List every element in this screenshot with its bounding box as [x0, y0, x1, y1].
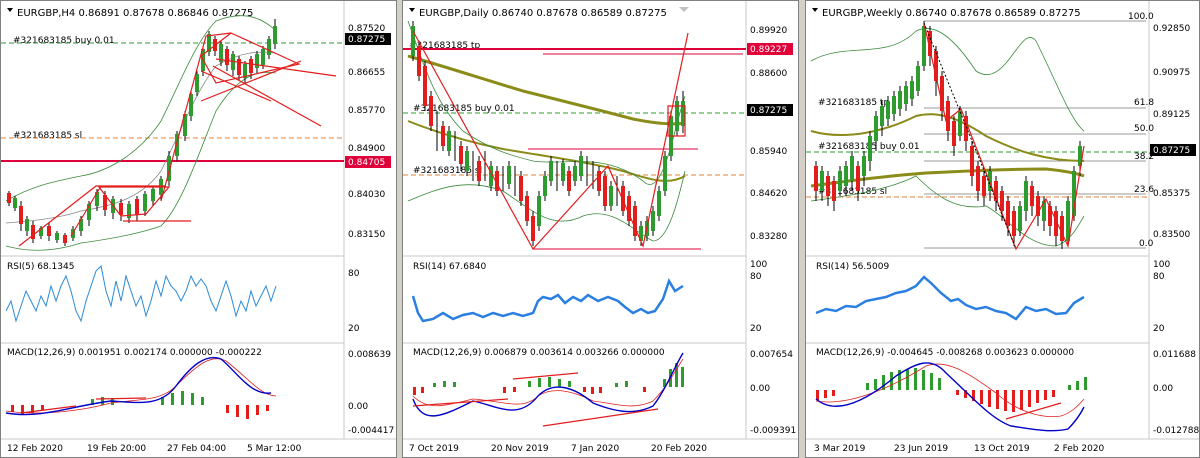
order-tp-label: #321683185 tp — [818, 98, 889, 108]
date-tick: 13 Oct 2019 — [974, 444, 1030, 454]
price-tick: 0.89125 — [1153, 110, 1190, 120]
order-sl-label: #321683185 sl — [13, 131, 82, 141]
macd-tick: -0.009391 — [750, 426, 796, 436]
macd-tick: 0.008639 — [348, 350, 391, 360]
chart-window-h4[interactable]: EURGBP,H4 0.86891 0.87678 0.86846 0.8727… — [0, 0, 397, 458]
rsi-tick: 20 — [348, 324, 360, 334]
chart-header: EURGBP,Weekly 0.86740 0.87678 0.86589 0.… — [822, 8, 1081, 19]
chart-daily[interactable]: EURGBP,Daily 0.86740 0.87678 0.86589 0.8… — [403, 1, 799, 458]
fibo-label: 100.0 — [1128, 12, 1154, 22]
rsi-tick: 80 — [348, 269, 360, 279]
date-tick: 3 Mar 2019 — [814, 444, 866, 454]
date-tick: 27 Feb 04:00 — [167, 444, 226, 454]
rsi-tick: 20 — [750, 324, 762, 334]
macd-tick: -0.004417 — [348, 426, 394, 436]
current-price: 0.87275 — [750, 106, 787, 116]
chart-window-daily[interactable]: EURGBP,Daily 0.86740 0.87678 0.86589 0.8… — [402, 0, 799, 458]
current-price: 0.87275 — [1153, 146, 1190, 156]
macd-tick: 0.00 — [750, 384, 770, 394]
rsi-tick: 100 — [1153, 260, 1170, 270]
chart-window-weekly[interactable]: EURGBP,Weekly 0.86740 0.87678 0.86589 0.… — [805, 0, 1200, 458]
macd-tick: 0.007654 — [750, 350, 793, 360]
price-tick: 0.87520 — [348, 24, 385, 34]
chart-header: EURGBP,Daily 0.86740 0.87678 0.86589 0.8… — [419, 8, 667, 19]
order-buy-label: #321683185 buy 0.01 — [13, 36, 115, 46]
rsi-label: RSI(5) 68.1345 — [7, 262, 74, 272]
price-tick: 0.85375 — [1153, 189, 1190, 199]
chart-weekly[interactable]: EURGBP,Weekly 0.86740 0.87678 0.86589 0.… — [806, 1, 1200, 458]
price-tick: 0.92850 — [1153, 24, 1190, 34]
macd-label: MACD(12,26,9) 0.006879 0.003614 0.003266… — [413, 348, 665, 358]
date-tick: 7 Oct 2019 — [409, 444, 459, 454]
price-tick: 0.88600 — [750, 69, 787, 79]
rsi-tick: 80 — [1153, 272, 1165, 282]
date-tick: 23 Jun 2019 — [894, 444, 948, 454]
macd-tick: 0.00 — [1153, 384, 1173, 394]
chart-header: EURGBP,H4 0.86891 0.87678 0.86846 0.8727… — [17, 8, 253, 19]
price-tick: 0.83500 — [1153, 230, 1190, 240]
macd-tick: 0.00 — [348, 402, 368, 412]
macd-tick: -0.012788 — [1153, 426, 1199, 436]
date-tick: 5 Mar 12:00 — [247, 444, 302, 454]
date-tick: 12 Feb 2020 — [7, 444, 63, 454]
fibo-label: 23.6 — [1134, 185, 1154, 195]
macd-label: MACD(12,26,9) 0.001951 0.002174 0.000000… — [7, 348, 262, 358]
macd-tick: 0.011688 — [1153, 350, 1196, 360]
current-price: 0.87275 — [348, 35, 385, 45]
fibo-label: 0.0 — [1139, 239, 1154, 249]
date-tick: 2 Feb 2020 — [1054, 444, 1105, 454]
price-tick: 0.83150 — [348, 230, 385, 240]
date-tick: 19 Feb 20:00 — [87, 444, 146, 454]
chart-h4[interactable]: EURGBP,H4 0.86891 0.87678 0.86846 0.8727… — [1, 1, 397, 458]
fibo-label: 61.8 — [1134, 98, 1154, 108]
price-tick: 0.90975 — [1153, 68, 1190, 78]
date-tick: 20 Nov 2019 — [491, 444, 549, 454]
price-tick: 0.85940 — [750, 147, 787, 157]
rsi-label: RSI(14) 67.6840 — [413, 262, 486, 272]
price-tick: 0.86655 — [348, 68, 385, 78]
macd-label: MACD(12,26,9) -0.004645 -0.008268 0.0036… — [816, 348, 1074, 358]
rsi-label: RSI(14) 56.5009 — [816, 262, 889, 272]
price-tick: 0.84620 — [750, 189, 787, 199]
fibo-label: 50.0 — [1134, 124, 1154, 134]
date-tick: 20 Feb 2020 — [651, 444, 707, 454]
tp-price: 0.89227 — [750, 45, 787, 55]
price-tick: 0.83280 — [750, 232, 787, 242]
rsi-tick: 100 — [750, 260, 767, 270]
rsi-tick: 20 — [1153, 324, 1165, 334]
price-tick: 0.89920 — [750, 26, 787, 36]
support-price: 0.84705 — [348, 158, 385, 168]
date-tick: 7 Jan 2020 — [571, 444, 619, 454]
price-tick: 0.85770 — [348, 106, 385, 116]
rsi-tick: 80 — [750, 272, 762, 282]
price-tick: 0.84900 — [348, 144, 385, 154]
price-tick: 0.84030 — [348, 190, 385, 200]
